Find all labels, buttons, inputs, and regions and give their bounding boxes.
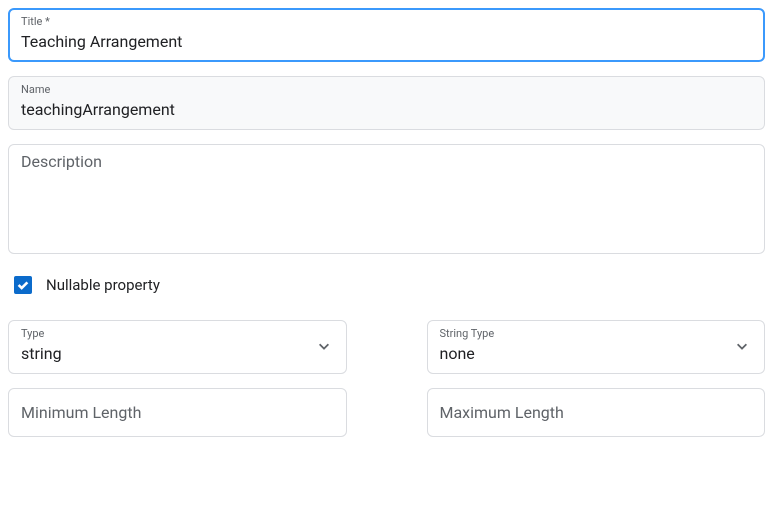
- string-type-value: none: [440, 344, 475, 363]
- max-length-input[interactable]: [440, 403, 753, 422]
- min-length-input[interactable]: [21, 403, 334, 422]
- min-length-field[interactable]: [8, 388, 347, 437]
- check-icon: [16, 278, 30, 292]
- name-label: Name: [21, 83, 752, 97]
- nullable-row: Nullable property: [14, 276, 765, 294]
- description-field-group[interactable]: Description: [8, 144, 765, 254]
- nullable-checkbox[interactable]: [14, 276, 32, 294]
- string-type-select[interactable]: String Type none: [427, 320, 766, 374]
- chevron-down-icon: [732, 336, 752, 356]
- description-placeholder: Description: [21, 152, 102, 171]
- type-value: string: [21, 344, 62, 363]
- chevron-down-icon: [314, 336, 334, 356]
- title-label: Title *: [21, 15, 752, 29]
- title-field-group[interactable]: Title *: [8, 8, 765, 62]
- name-input[interactable]: [21, 99, 752, 121]
- name-field-group[interactable]: Name: [8, 76, 765, 130]
- nullable-label: Nullable property: [46, 276, 160, 294]
- type-row: Type string String Type none: [8, 320, 765, 451]
- type-select[interactable]: Type string: [8, 320, 347, 374]
- max-length-field[interactable]: [427, 388, 766, 437]
- string-type-label: String Type: [440, 327, 733, 341]
- type-label: Type: [21, 327, 314, 341]
- title-input[interactable]: [21, 31, 752, 53]
